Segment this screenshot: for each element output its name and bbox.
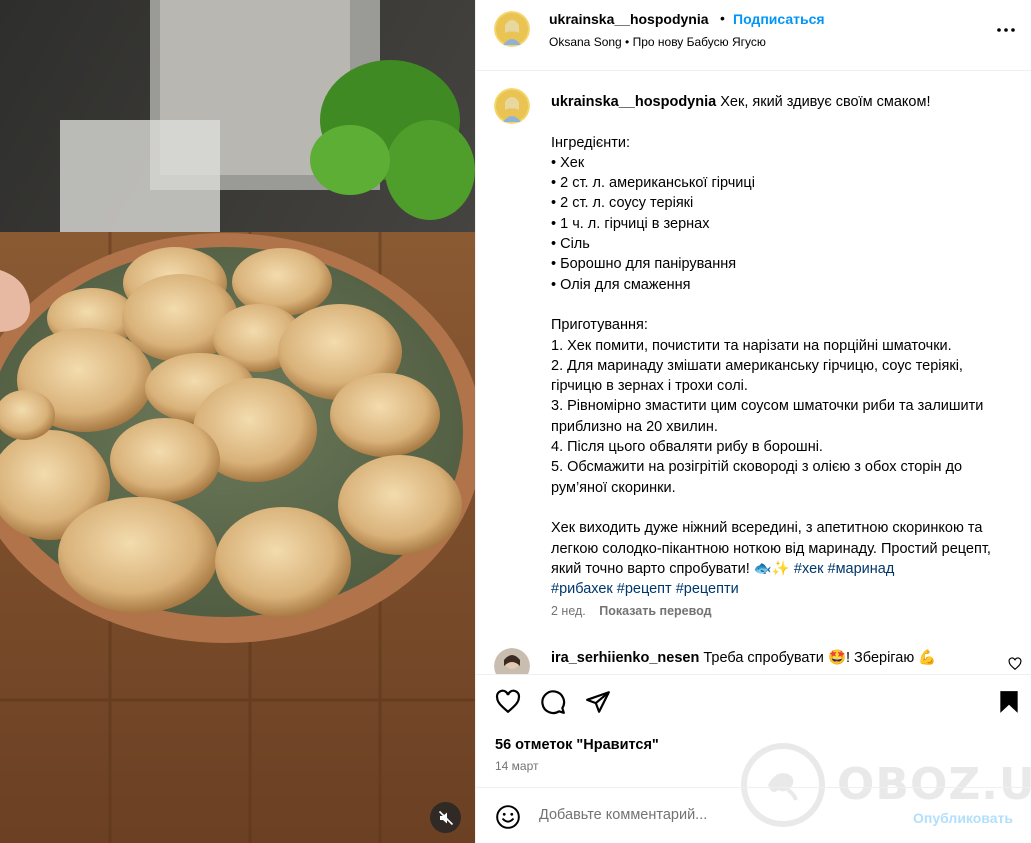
likes-count[interactable]: 56 отметок "Нравится" — [495, 737, 659, 753]
comment-icon[interactable] — [540, 689, 566, 715]
comment-like-icon[interactable] — [1008, 657, 1022, 671]
caption-meta: 2 нед. Показать перевод — [551, 604, 712, 618]
caption-body: Хек, який здивує своїм смаком! Інгредієн… — [551, 94, 991, 577]
share-icon[interactable] — [585, 689, 611, 715]
bookmark-icon[interactable] — [996, 689, 1022, 715]
heart-icon[interactable] — [495, 689, 521, 715]
commenter-avatar[interactable] — [494, 648, 530, 675]
add-comment-bar: Опубликовать — [476, 787, 1031, 843]
comments-scroll[interactable]: ukrainska__hospodynia Хек, який здивує с… — [476, 72, 1031, 675]
comment-body: Треба спробувати 🤩! Зберігаю 💪 — [703, 650, 937, 666]
audio-track[interactable]: Oksana Song • Про нову Бабусю Ягусю — [549, 35, 766, 49]
follow-button[interactable]: Подписаться — [733, 11, 825, 27]
comment-text: ira_serhiienko_nesen Треба спробувати 🤩!… — [551, 649, 936, 666]
author-username[interactable]: ukrainska__hospodynia — [549, 11, 709, 27]
post-sidebar: ukrainska__hospodynia • Подписаться Oksa… — [475, 0, 1031, 843]
caption-text: ukrainska__hospodynia Хек, який здивує с… — [551, 92, 1011, 599]
post-date[interactable]: 14 март — [495, 759, 539, 773]
emoji-icon[interactable] — [495, 804, 521, 830]
publish-button[interactable]: Опубликовать — [913, 810, 1013, 826]
caption-author-avatar[interactable] — [494, 88, 530, 124]
food-photo — [0, 0, 475, 843]
post-header: ukrainska__hospodynia • Подписаться Oksa… — [476, 0, 1031, 71]
post-media[interactable] — [0, 0, 475, 843]
mute-button[interactable] — [430, 802, 461, 833]
commenter-username[interactable]: ira_serhiienko_nesen — [551, 650, 699, 666]
comment-input[interactable] — [539, 807, 899, 823]
more-horizontal-icon[interactable] — [994, 18, 1018, 42]
hashtags-inline[interactable]: #хек #маринад — [794, 561, 894, 577]
caption-username[interactable]: ukrainska__hospodynia — [551, 94, 716, 110]
author-avatar[interactable] — [494, 11, 530, 47]
separator-dot: • — [720, 10, 725, 26]
translate-button[interactable]: Показать перевод — [599, 604, 711, 618]
hashtags-line[interactable]: #рибахек #рецепт #рецепти — [551, 581, 739, 597]
volume-muted-icon — [438, 810, 453, 825]
comment-item: ira_serhiienko_nesen Треба спробувати 🤩!… — [476, 644, 1031, 675]
caption-age[interactable]: 2 нед. — [551, 604, 586, 618]
